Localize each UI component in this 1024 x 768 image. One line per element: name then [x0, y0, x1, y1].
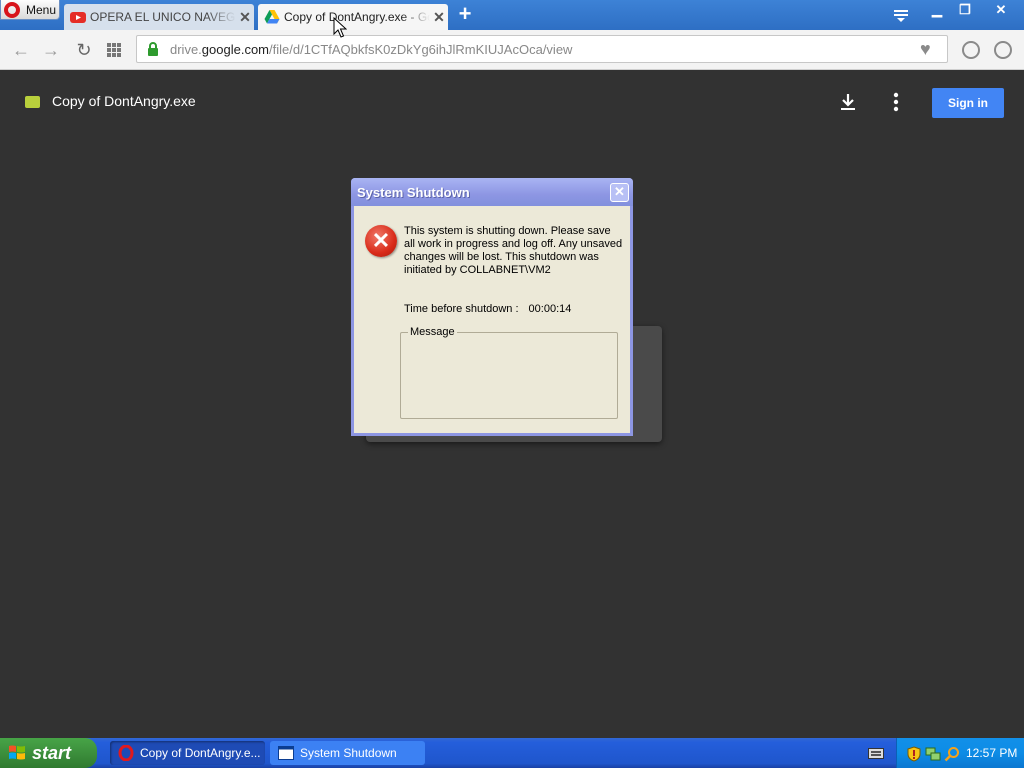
more-options-icon[interactable] — [886, 91, 906, 113]
window-icon — [278, 746, 294, 760]
security-shield-icon[interactable] — [907, 746, 921, 762]
tab-menu-icon[interactable] — [892, 6, 910, 24]
speed-dial-icon[interactable] — [106, 42, 122, 58]
address-bar[interactable]: drive.google.com/file/d/1CTfAQbkfsK0zDkY… — [136, 35, 948, 63]
close-tab-icon[interactable]: ✕ — [236, 9, 254, 26]
file-type-icon — [25, 96, 40, 108]
google-drive-icon — [264, 10, 280, 24]
taskbar-item-label: Copy of DontAngry.e... — [140, 746, 261, 760]
download-icon[interactable] — [838, 92, 858, 112]
error-icon: ✕ — [365, 225, 397, 257]
heart-icon[interactable]: ♥ — [920, 39, 931, 60]
taskbar-item-label: System Shutdown — [300, 746, 397, 760]
browser-toolbar: ← → ↻ drive.google.com/file/d/1CTfAQbkfs… — [0, 30, 1024, 70]
browser-tab-bar: Menu OPERA EL UNICO NAVEGADOR ✕ Copy of … — [0, 0, 1024, 30]
youtube-icon — [70, 12, 86, 23]
message-groupbox: Message — [400, 326, 618, 419]
reload-icon[interactable]: ↻ — [73, 39, 95, 61]
lock-icon — [148, 42, 158, 56]
opera-logo-icon — [4, 1, 20, 18]
close-window-icon[interactable]: ✕ — [988, 2, 1014, 20]
network-icon[interactable] — [925, 746, 941, 762]
taskbar-item-shutdown[interactable]: System Shutdown — [270, 741, 425, 765]
clock: 12:57 PM — [966, 746, 1018, 760]
dialog-title: System Shutdown — [357, 185, 470, 200]
tab-title: OPERA EL UNICO NAVEGADOR — [90, 10, 236, 24]
message-group-label: Message — [408, 326, 457, 338]
windows-taskbar: start Copy of DontAngry.e... System Shut… — [0, 738, 1024, 768]
shutdown-countdown: Time before shutdown : 00:00:14 — [404, 303, 571, 315]
tab-title: Copy of DontAngry.exe - Google Drive — [284, 10, 430, 24]
system-tray: 12:57 PM — [896, 738, 1024, 768]
taskbar-item-opera[interactable]: Copy of DontAngry.e... — [110, 741, 265, 765]
search-icon[interactable] — [944, 746, 960, 762]
countdown-value: 00:00:14 — [528, 303, 572, 315]
file-title: Copy of DontAngry.exe — [52, 93, 196, 109]
url-text: drive.google.com/file/d/1CTfAQbkfsK0zDkY… — [170, 42, 573, 57]
opera-icon — [118, 745, 134, 761]
close-tab-icon[interactable]: ✕ — [430, 9, 448, 26]
tab-drive[interactable]: Copy of DontAngry.exe - Google Drive ✕ — [258, 4, 448, 30]
dialog-titlebar[interactable]: System Shutdown ✕ — [351, 178, 633, 206]
opera-menu-button[interactable]: Menu — [0, 0, 60, 20]
account-icon[interactable] — [994, 41, 1012, 59]
windows-logo-icon — [9, 745, 25, 760]
minimize-icon[interactable]: ▁ — [924, 2, 950, 20]
new-tab-button[interactable]: + — [454, 3, 476, 26]
download-manager-icon[interactable] — [962, 41, 980, 59]
dialog-close-icon[interactable]: ✕ — [610, 183, 629, 202]
start-button[interactable]: start — [0, 738, 97, 768]
tab-opera[interactable]: OPERA EL UNICO NAVEGADOR ✕ — [64, 4, 254, 30]
keyboard-icon[interactable] — [868, 746, 884, 760]
mouse-cursor-icon — [333, 17, 347, 38]
sign-in-button[interactable]: Sign in — [932, 88, 1004, 118]
restore-icon[interactable]: ❐ — [952, 2, 978, 20]
system-shutdown-dialog: System Shutdown ✕ ✕ This system is shutt… — [351, 178, 633, 436]
forward-icon[interactable]: → — [40, 39, 62, 61]
shutdown-message: This system is shutting down. Please sav… — [404, 225, 623, 276]
start-label: start — [32, 742, 72, 763]
countdown-label: Time before shutdown : — [404, 303, 519, 315]
back-icon[interactable]: ← — [10, 39, 32, 61]
opera-menu-label: Menu — [26, 2, 57, 17]
